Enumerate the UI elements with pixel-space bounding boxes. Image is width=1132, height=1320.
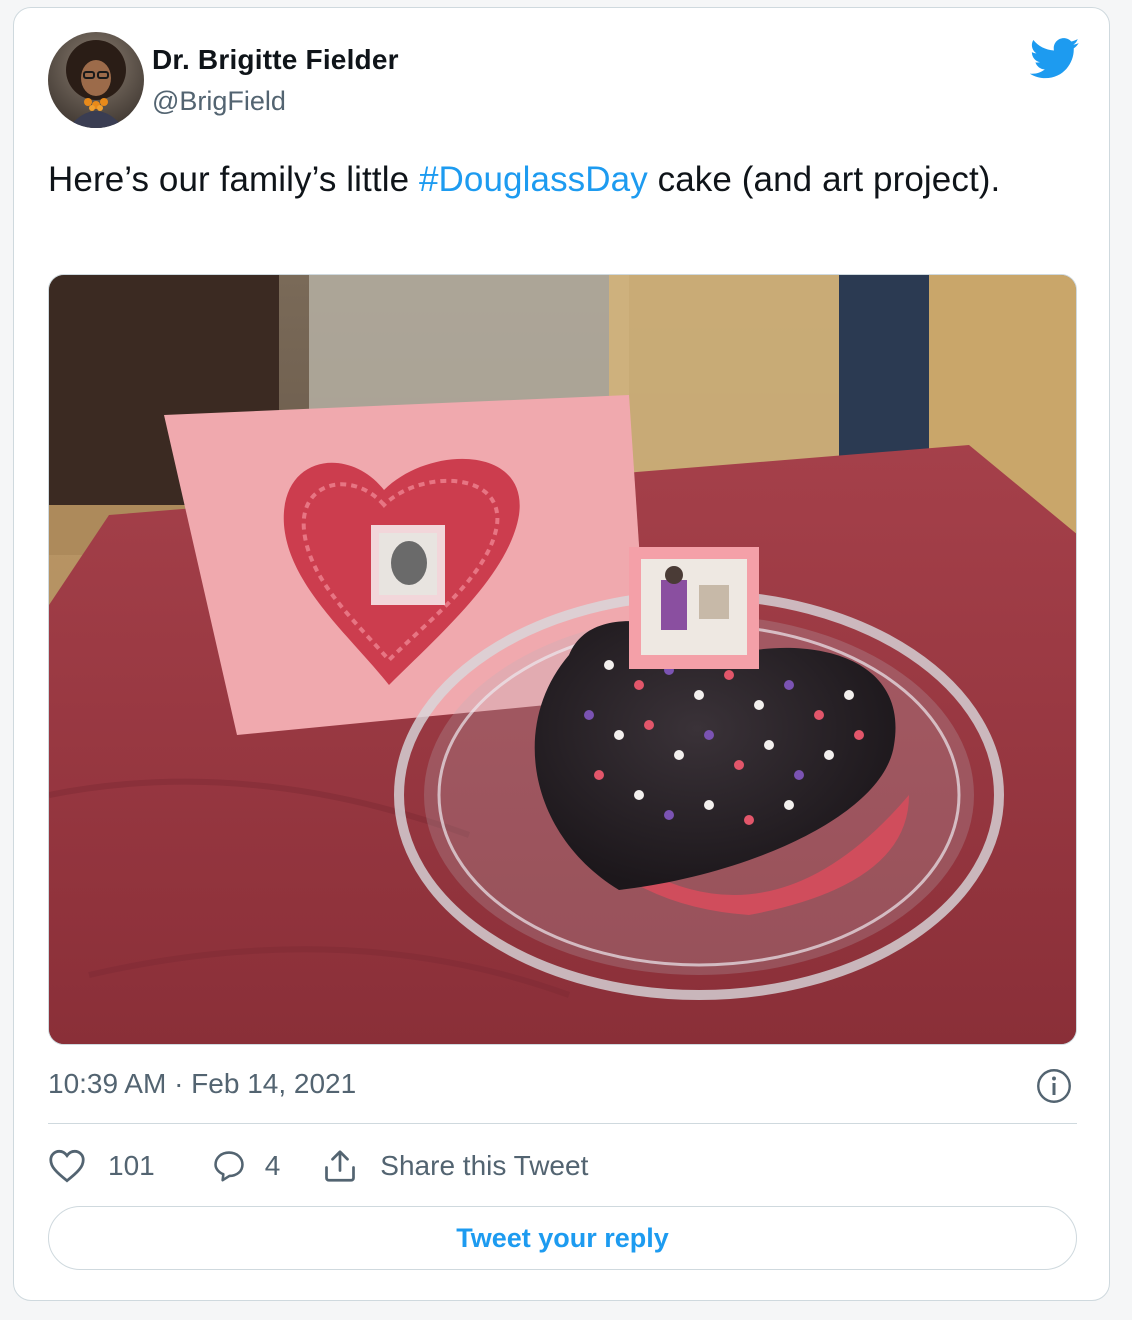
twitter-bird-icon[interactable] [1030,38,1080,80]
like-button[interactable]: 101 [48,1149,155,1183]
reply-count: 4 [264,1150,281,1181]
reply-bubble-icon [213,1151,244,1182]
cake-photo [49,275,1076,1044]
tweet-card: Dr. Brigitte Fielder @BrigField Here’s o… [13,7,1110,1301]
divider [48,1123,1077,1124]
tweet-your-reply-button[interactable]: Tweet your reply [48,1206,1077,1270]
author-name[interactable]: Dr. Brigitte Fielder [152,44,399,76]
hashtag-link[interactable]: #DouglassDay [419,160,648,199]
avatar-image [48,32,144,128]
tweet-timestamp[interactable]: 10:39 AM · Feb 14, 2021 [48,1068,356,1100]
info-icon[interactable] [1036,1068,1072,1104]
reply-button[interactable]: 4 [211,1149,281,1183]
author-handle[interactable]: @BrigField [152,86,286,117]
like-count: 101 [108,1150,155,1181]
share-tweet-button[interactable]: Share this Tweet [322,1148,588,1184]
heart-icon [49,1149,85,1183]
action-bar: 101 4 Share this Tweet [48,1144,588,1188]
tweet-text-end: cake (and art project). [647,160,1001,199]
tweet-photo[interactable] [48,274,1077,1045]
share-icon [325,1150,356,1182]
avatar[interactable] [48,32,144,128]
tweet-text-start: Here’s our family’s little [48,160,419,199]
share-label: Share this Tweet [380,1150,589,1181]
tweet-text: Here’s our family’s little #DouglassDay … [48,156,1048,203]
